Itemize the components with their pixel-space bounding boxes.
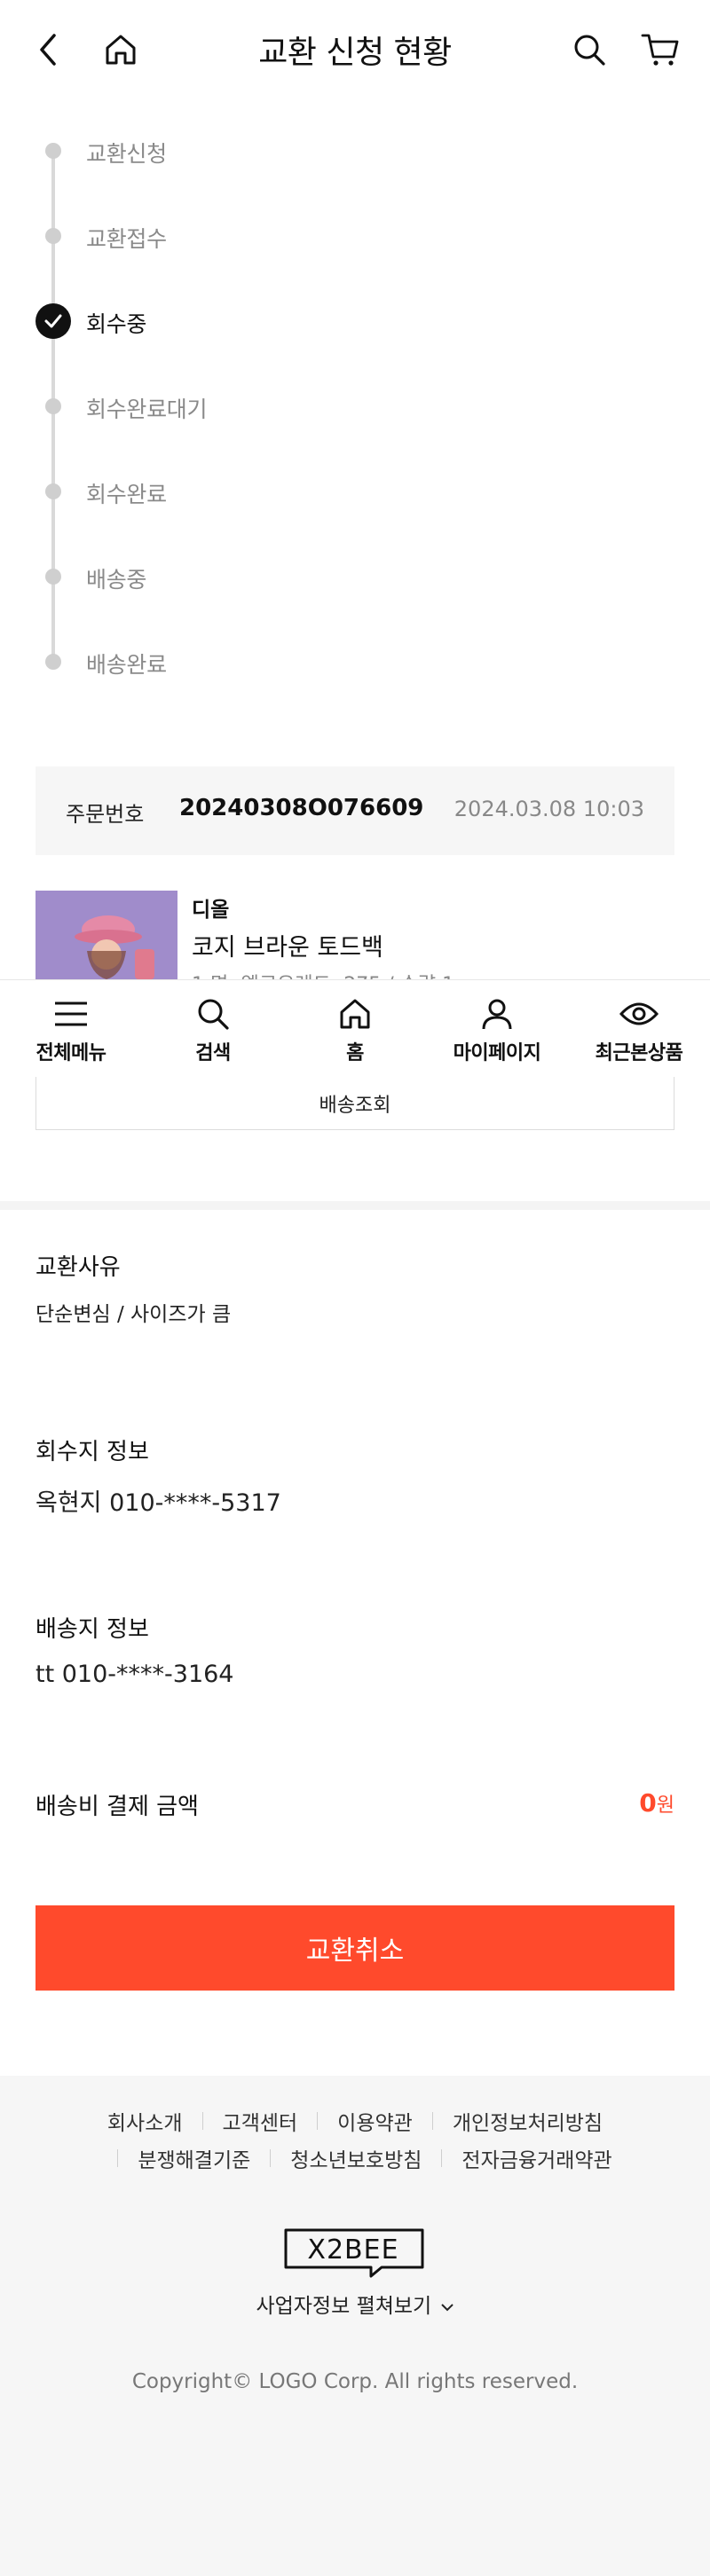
footer-link-terms[interactable]: 이용약관 — [337, 2106, 413, 2136]
nav-search[interactable]: 검색 — [142, 980, 284, 1077]
nav-recently-viewed[interactable]: 최근본상품 — [568, 980, 710, 1077]
step-label: 교환신청 — [86, 141, 167, 167]
step-label: 회수완료대기 — [86, 397, 208, 422]
cancel-exchange-button[interactable]: 교환취소 — [36, 1905, 674, 1991]
back-arrow-icon — [40, 34, 56, 66]
nav-label: 검색 — [195, 1042, 231, 1064]
fee-unit: 원 — [656, 1795, 674, 1817]
order-number: 20240308O076609 — [179, 795, 424, 821]
footer: 회사소개 고객센터 이용약관 개인정보처리방침 분쟁해결기준 청소년보호방침 전… — [0, 2076, 710, 2576]
step-dot — [45, 654, 61, 670]
footer-links-row-2: 분쟁해결기준 청소년보호방침 전자금융거래약관 — [0, 2143, 710, 2173]
search-button[interactable] — [564, 25, 614, 75]
home-icon — [340, 999, 370, 1029]
pickup-info-text: 옥현지 010-****-5317 — [36, 1489, 281, 1517]
brand-logo: X2BEE — [282, 2228, 428, 2278]
menu-icon — [55, 1001, 87, 1026]
exchange-progress-steps: 교환신청 교환접수 회수중 회수완료대기 회수완료 배송중 배송완료 — [36, 124, 674, 692]
delivery-tracking-button[interactable]: 배송조회 — [36, 1077, 674, 1130]
order-info-box: 주문번호 20240308O076609 2024.03.08 10:03 — [36, 766, 674, 855]
footer-link-dispute[interactable]: 분쟁해결기준 — [138, 2143, 250, 2173]
step-collecting: 회수중 — [36, 295, 390, 348]
step-shipping: 배송중 — [36, 550, 390, 603]
step-delivered: 배송완료 — [36, 635, 390, 688]
step-dot — [45, 143, 61, 159]
search-icon — [198, 999, 229, 1030]
product-thumbnail — [36, 891, 178, 979]
product-name: 코지 브라운 토드백 — [192, 934, 383, 962]
copyright-text: Copyright© LOGO Corp. All rights reserve… — [131, 2370, 579, 2393]
nav-home[interactable]: 홈 — [284, 980, 426, 1077]
user-icon — [482, 999, 512, 1030]
link-separator — [117, 2149, 119, 2167]
step-exchange-requested: 교환신청 — [36, 124, 390, 177]
nav-label: 최근본상품 — [595, 1042, 683, 1064]
product-brand: 디올 — [192, 899, 230, 922]
eye-icon — [619, 1002, 659, 1025]
step-collection-complete: 회수완료 — [36, 465, 390, 518]
footer-link-about[interactable]: 회사소개 — [107, 2106, 183, 2136]
step-dot — [45, 483, 61, 499]
exchange-reason-title: 교환사유 — [36, 1254, 121, 1281]
footer-links-row-1: 회사소개 고객센터 이용약관 개인정보처리방침 — [0, 2106, 710, 2136]
bottom-navigation: 전체메뉴 검색 홈 마이페이지 최근본상품 — [0, 979, 710, 1077]
home-icon — [106, 35, 136, 65]
section-divider — [0, 1201, 710, 1210]
nav-label: 홈 — [346, 1042, 364, 1064]
cart-icon — [641, 34, 679, 66]
pickup-info-title: 회수지 정보 — [36, 1439, 149, 1465]
shipping-fee-amount: 0원 — [639, 1788, 674, 1818]
link-separator — [317, 2112, 319, 2130]
search-icon — [574, 35, 605, 66]
cart-button[interactable] — [635, 25, 685, 75]
step-dot — [45, 398, 61, 414]
step-dot-active — [36, 303, 71, 339]
link-separator — [441, 2149, 443, 2167]
step-collection-pending: 회수완료대기 — [36, 380, 390, 433]
link-separator — [431, 2112, 433, 2130]
shipping-fee-title: 배송비 결제 금액 — [36, 1794, 199, 1820]
business-info-toggle-label: 사업자정보 펼쳐보기 — [256, 2295, 432, 2318]
product-item[interactable]: 디올 코지 브라운 토드백 1 명: 엘로우레드: 275 / 수량 1 — [36, 891, 674, 979]
chevron-down-icon — [440, 2303, 454, 2311]
step-dot — [45, 569, 61, 585]
nav-all-menu[interactable]: 전체메뉴 — [0, 980, 142, 1077]
step-dot — [45, 228, 61, 244]
nav-mypage[interactable]: 마이페이지 — [426, 980, 568, 1077]
step-label: 회수완료 — [86, 482, 167, 507]
footer-link-youth-protection[interactable]: 청소년보호방침 — [290, 2143, 422, 2173]
nav-label: 전체메뉴 — [36, 1042, 106, 1064]
fee-number: 0 — [639, 1788, 657, 1818]
order-date: 2024.03.08 10:03 — [454, 797, 644, 821]
home-button[interactable] — [96, 25, 146, 75]
top-header: 교환 신청 현황 — [0, 0, 710, 99]
nav-label: 마이페이지 — [453, 1042, 541, 1064]
step-label: 교환접수 — [86, 226, 167, 252]
logo-text: X2BEE — [307, 2234, 398, 2266]
link-separator — [201, 2112, 203, 2130]
footer-link-privacy[interactable]: 개인정보처리방침 — [453, 2106, 603, 2136]
business-info-toggle[interactable]: 사업자정보 펼쳐보기 — [0, 2289, 710, 2319]
checkmark-icon — [44, 314, 62, 328]
step-label: 배송중 — [86, 567, 147, 593]
order-number-label: 주문번호 — [66, 802, 145, 827]
delivery-info-text: tt 010-****-3164 — [36, 1661, 234, 1688]
footer-link-e-finance[interactable]: 전자금융거래약관 — [462, 2143, 611, 2173]
delivery-info-title: 배송지 정보 — [36, 1616, 149, 1643]
back-button[interactable] — [25, 27, 71, 73]
product-option: 1 명: 엘로우레드: 275 / 수량 1 — [192, 969, 454, 979]
step-exchange-received: 교환접수 — [36, 209, 390, 263]
link-separator — [270, 2149, 272, 2167]
footer-link-customer-center[interactable]: 고객센터 — [223, 2106, 298, 2136]
step-label: 배송완료 — [86, 652, 167, 678]
step-label: 회수중 — [86, 311, 147, 337]
exchange-reason-text: 단순변심 / 사이즈가 큼 — [36, 1303, 232, 1326]
